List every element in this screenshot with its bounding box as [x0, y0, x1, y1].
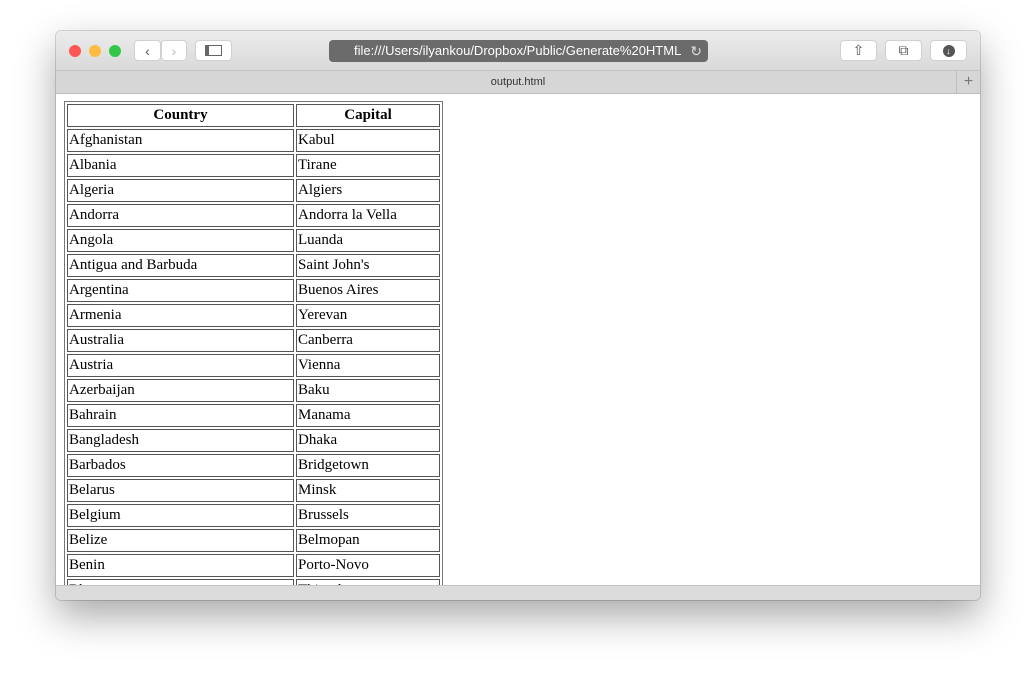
capital-cell: Yerevan — [296, 304, 440, 327]
page-content: Country Capital Afghanistan Kabul Albania T… — [56, 94, 980, 585]
table-row: Angola Luanda — [67, 229, 440, 252]
table-row: Andorra Andorra la Vella — [67, 204, 440, 227]
table-row: Barbados Bridgetown — [67, 454, 440, 477]
table-row: Belarus Minsk — [67, 479, 440, 502]
reload-icon[interactable]: ↻ — [690, 40, 702, 62]
capital-cell: Saint John's — [296, 254, 440, 277]
table-row: Austria Vienna — [67, 354, 440, 377]
toolbar: ‹ › file:///Users/ilyankou/Dropbox/Publi… — [56, 31, 980, 71]
tab-bar: output.html + — [56, 71, 980, 94]
share-icon: ⇧ — [852, 42, 865, 58]
capital-cell: Belmopan — [296, 529, 440, 552]
countries-table: Country Capital Afghanistan Kabul Albania T… — [64, 101, 443, 585]
address-bar[interactable]: file:///Users/ilyankou/Dropbox/Public/Ge… — [329, 40, 708, 62]
capital-cell: Andorra la Vella — [296, 204, 440, 227]
url-text: file:///Users/ilyankou/Dropbox/Public/Ge… — [354, 43, 682, 58]
download-icon: ↓ — [942, 44, 955, 57]
back-button[interactable]: ‹ — [134, 40, 161, 61]
table-row: Bangladesh Dhaka — [67, 429, 440, 452]
capital-cell: Vienna — [296, 354, 440, 377]
table-row: Argentina Buenos Aires — [67, 279, 440, 302]
country-cell: Barbados — [67, 454, 294, 477]
downloads-button[interactable]: ↓ — [930, 40, 967, 61]
country-cell: Albania — [67, 154, 294, 177]
table-row: Albania Tirane — [67, 154, 440, 177]
tabs-overview-button[interactable]: ⧉ — [885, 40, 922, 61]
capital-cell: Tirane — [296, 154, 440, 177]
new-tab-button[interactable]: + — [956, 71, 980, 93]
table-row: Azerbaijan Baku — [67, 379, 440, 402]
country-cell: Belarus — [67, 479, 294, 502]
capital-cell: Algiers — [296, 179, 440, 202]
table-row: Armenia Yerevan — [67, 304, 440, 327]
country-cell: Armenia — [67, 304, 294, 327]
column-header-capital: Capital — [296, 104, 440, 127]
country-cell: Bangladesh — [67, 429, 294, 452]
plus-icon: + — [963, 73, 974, 90]
table-header-row: Country Capital — [67, 104, 440, 127]
capital-cell: Kabul — [296, 129, 440, 152]
country-cell: Bahrain — [67, 404, 294, 427]
capital-cell: Manama — [296, 404, 440, 427]
capital-cell: Dhaka — [296, 429, 440, 452]
country-cell: Andorra — [67, 204, 294, 227]
close-button[interactable] — [69, 45, 81, 57]
country-cell: Angola — [67, 229, 294, 252]
forward-button[interactable]: › — [161, 40, 187, 61]
country-cell: Australia — [67, 329, 294, 352]
chevron-right-icon: › — [171, 42, 177, 59]
minimize-button[interactable] — [89, 45, 101, 57]
capital-cell: Buenos Aires — [296, 279, 440, 302]
browser-window: ‹ › file:///Users/ilyankou/Dropbox/Publi… — [56, 31, 980, 600]
country-cell: Algeria — [67, 179, 294, 202]
capital-cell: Canberra — [296, 329, 440, 352]
sidebar-button[interactable] — [195, 40, 232, 61]
chevron-left-icon: ‹ — [145, 42, 150, 59]
capital-cell: Bridgetown — [296, 454, 440, 477]
share-button[interactable]: ⇧ — [840, 40, 877, 61]
table-row: Belgium Brussels — [67, 504, 440, 527]
table-row: Australia Canberra — [67, 329, 440, 352]
country-cell: Afghanistan — [67, 129, 294, 152]
table-row: Antigua and Barbuda Saint John's — [67, 254, 440, 277]
table-row: Bahrain Manama — [67, 404, 440, 427]
country-cell: Argentina — [67, 279, 294, 302]
zoom-button[interactable] — [109, 45, 121, 57]
capital-cell: Porto-Novo — [296, 554, 440, 577]
capital-cell: Baku — [296, 379, 440, 402]
capital-cell: Brussels — [296, 504, 440, 527]
capital-cell: Luanda — [296, 229, 440, 252]
table-row: Afghanistan Kabul — [67, 129, 440, 152]
table-row: Belize Belmopan — [67, 529, 440, 552]
status-bar — [56, 585, 980, 600]
capital-cell: Minsk — [296, 479, 440, 502]
country-cell: Benin — [67, 554, 294, 577]
country-cell: Belize — [67, 529, 294, 552]
table-row: Benin Porto-Novo — [67, 554, 440, 577]
sidebar-icon — [205, 45, 222, 56]
country-cell: Azerbaijan — [67, 379, 294, 402]
country-cell: Antigua and Barbuda — [67, 254, 294, 277]
table-row: Algeria Algiers — [67, 179, 440, 202]
country-cell: Austria — [67, 354, 294, 377]
tabs-icon: ⧉ — [898, 42, 909, 58]
tab-title[interactable]: output.html — [491, 76, 545, 88]
column-header-country: Country — [67, 104, 294, 127]
country-cell: Belgium — [67, 504, 294, 527]
